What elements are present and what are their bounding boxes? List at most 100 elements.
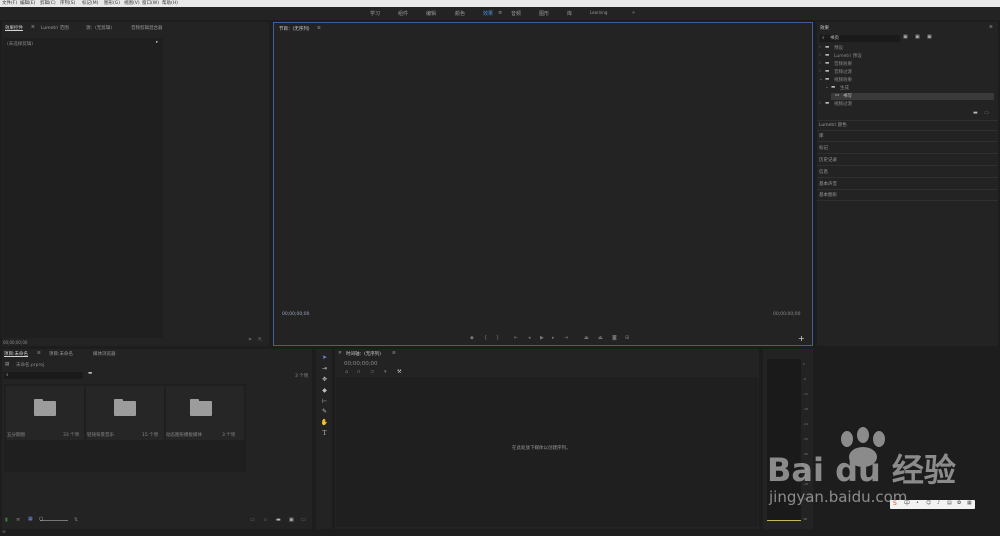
delete-icon[interactable]: ▭ bbox=[984, 111, 989, 116]
menu-view[interactable]: 视图(V) bbox=[124, 0, 140, 7]
ime-mic-icon[interactable]: ♪ bbox=[937, 501, 940, 506]
wrench-icon[interactable]: ⚒ bbox=[397, 370, 401, 375]
expand-icon[interactable]: › bbox=[819, 53, 821, 58]
selection-tool-icon[interactable]: ➤ bbox=[320, 354, 329, 362]
close-icon[interactable]: ✕ bbox=[338, 351, 342, 356]
ime-logo-icon[interactable]: S bbox=[893, 501, 897, 507]
filter-icon[interactable]: ⏷ bbox=[248, 338, 252, 343]
workspace-learning[interactable]: Learning bbox=[590, 10, 607, 15]
tree-item-write-on[interactable]: ▭ 书写 bbox=[831, 93, 994, 100]
go-to-in-icon[interactable]: ⇤ bbox=[514, 336, 518, 341]
tree-item-video-effects[interactable]: ⌄ ▬ 视频效果 bbox=[819, 77, 994, 84]
tab-lumetri-scopes[interactable]: Lumetri 范围 bbox=[41, 25, 69, 31]
tab-media-browser[interactable]: 媒体浏览器 bbox=[93, 351, 116, 357]
trash-icon[interactable]: ▭ bbox=[301, 518, 306, 523]
add-button-icon[interactable]: + bbox=[798, 334, 805, 343]
list-view-icon[interactable]: ≣ bbox=[16, 518, 20, 523]
export-icon[interactable]: ⇱ bbox=[258, 338, 262, 343]
menu-sequence[interactable]: 序列(S) bbox=[60, 0, 75, 7]
section-essential-graphics[interactable]: 基本图形 bbox=[819, 192, 837, 198]
ime-tools-icon[interactable]: ▦ bbox=[967, 501, 972, 506]
ime-emoji-icon[interactable]: ☺ bbox=[926, 501, 931, 506]
accelerated-effects-icon[interactable]: ▣ bbox=[903, 35, 908, 40]
razor-tool-icon[interactable]: ◆ bbox=[320, 387, 329, 395]
tab-menu-icon[interactable]: ≡ bbox=[31, 25, 35, 30]
workspace-effects[interactable]: 效果 bbox=[483, 10, 493, 17]
find-icon[interactable]: ⌕ bbox=[264, 518, 267, 523]
collapse-icon[interactable]: ⌄ bbox=[825, 85, 829, 90]
zoom-slider[interactable] bbox=[40, 520, 68, 521]
new-bin-icon[interactable]: ▬ bbox=[88, 371, 92, 376]
mark-out-icon[interactable]: } bbox=[496, 336, 499, 341]
workspace-editing[interactable]: 编辑 bbox=[426, 10, 436, 17]
ime-skin-icon[interactable]: ✿ bbox=[957, 501, 961, 506]
step-back-icon[interactable]: ◂ bbox=[528, 336, 531, 341]
play-icon[interactable]: ▶ bbox=[540, 336, 544, 341]
section-libraries[interactable]: 库 bbox=[819, 133, 824, 139]
extract-icon[interactable]: ⏏ bbox=[598, 336, 603, 341]
new-bin-icon[interactable]: ▬ bbox=[276, 518, 281, 523]
tab-project[interactable]: 项目:未命名 bbox=[4, 351, 28, 357]
add-marker-icon[interactable]: ▾ bbox=[384, 370, 387, 375]
nest-icon[interactable]: ⌂ bbox=[345, 370, 348, 375]
program-video-area[interactable] bbox=[276, 35, 810, 325]
expand-icon[interactable]: › bbox=[819, 45, 821, 50]
tree-item-video-transitions[interactable]: › ▬ 视频过渡 bbox=[819, 101, 994, 108]
go-to-out-icon[interactable]: ⇥ bbox=[564, 336, 568, 341]
menu-help[interactable]: 帮助(H) bbox=[162, 0, 178, 7]
linked-selection-icon[interactable]: ⊃ bbox=[370, 370, 374, 375]
new-item-icon[interactable]: ▣ bbox=[289, 518, 294, 523]
program-timecode-left[interactable]: 00;00;00;00 bbox=[282, 312, 309, 317]
tree-item-generate[interactable]: ⌄ ▬ 生成 bbox=[819, 85, 994, 92]
zoom-slider-handle[interactable]: ○ bbox=[39, 517, 43, 522]
workspace-assembly[interactable]: 组件 bbox=[398, 10, 408, 17]
workspace-menu-icon[interactable]: ≡ bbox=[498, 10, 502, 16]
expand-icon[interactable]: › bbox=[819, 69, 821, 74]
ime-mode-icon[interactable]: 中 bbox=[904, 501, 910, 507]
snap-icon[interactable]: ∩ bbox=[357, 370, 361, 375]
step-forward-icon[interactable]: ▸ bbox=[552, 336, 555, 341]
section-lumetri-color[interactable]: Lumetri 颜色 bbox=[819, 122, 847, 128]
ripple-edit-tool-icon[interactable]: ✥ bbox=[320, 376, 329, 384]
expand-icon[interactable]: › bbox=[819, 61, 821, 66]
project-search-input[interactable] bbox=[4, 372, 83, 379]
tab-audio-clip-mixer[interactable]: 音频剪辑混合器 bbox=[131, 25, 163, 31]
project-tab-menu-icon[interactable]: ≡ bbox=[37, 351, 41, 356]
compare-icon[interactable]: ⊞ bbox=[625, 336, 629, 341]
hand-tool-icon[interactable]: ✋ bbox=[320, 419, 329, 427]
section-markers[interactable]: 标记 bbox=[819, 145, 828, 151]
automate-icon[interactable]: ▭ bbox=[250, 518, 255, 523]
tab-project-2[interactable]: 项目:未命名 bbox=[49, 351, 73, 357]
program-menu-icon[interactable]: ≡ bbox=[317, 26, 321, 31]
timeline-track-area[interactable] bbox=[336, 377, 758, 527]
status-icon[interactable]: ⊘ bbox=[2, 530, 6, 535]
export-frame-icon[interactable]: ◙ bbox=[612, 336, 617, 341]
tree-item-presets[interactable]: › ▬ 预设 bbox=[819, 45, 994, 52]
workspace-libraries[interactable]: 库 bbox=[567, 10, 572, 17]
sort-icon[interactable]: ⇅ bbox=[74, 518, 78, 523]
section-essential-sound[interactable]: 基本声音 bbox=[819, 181, 837, 187]
slip-tool-icon[interactable]: ⊢ bbox=[320, 398, 329, 406]
add-marker-icon[interactable]: ◆ bbox=[470, 336, 474, 341]
lift-icon[interactable]: ⏏ bbox=[584, 336, 589, 341]
menu-marker[interactable]: 标记(M) bbox=[82, 0, 98, 7]
collapse-icon[interactable]: ⌄ bbox=[819, 77, 823, 82]
workspace-more-icon[interactable]: » bbox=[632, 10, 635, 16]
mark-in-icon[interactable]: { bbox=[484, 336, 487, 341]
expand-icon[interactable]: › bbox=[819, 101, 821, 106]
track-select-tool-icon[interactable]: ⇥ bbox=[320, 365, 329, 373]
section-info[interactable]: 信息 bbox=[819, 169, 828, 175]
timeline-menu-icon[interactable]: ≡ bbox=[392, 351, 396, 356]
pen-tool-icon[interactable]: ✎ bbox=[320, 408, 329, 416]
menu-graphics[interactable]: 图形(G) bbox=[104, 0, 120, 7]
type-tool-icon[interactable]: T bbox=[320, 430, 329, 438]
tree-item-audio-transitions[interactable]: › ▬ 音频过渡 bbox=[819, 69, 994, 76]
menu-clip[interactable]: 剪辑(C) bbox=[40, 0, 56, 7]
menu-edit[interactable]: 编辑(E) bbox=[20, 0, 35, 7]
workspace-color[interactable]: 颜色 bbox=[455, 10, 465, 17]
tab-effect-controls[interactable]: 效果控件 bbox=[5, 25, 23, 31]
panel-expand-icon[interactable]: ▸ bbox=[156, 40, 158, 45]
workspace-graphics[interactable]: 图形 bbox=[539, 10, 549, 17]
section-history[interactable]: 历史记录 bbox=[819, 157, 837, 163]
ime-keyboard-icon[interactable]: ▤ bbox=[947, 501, 952, 506]
